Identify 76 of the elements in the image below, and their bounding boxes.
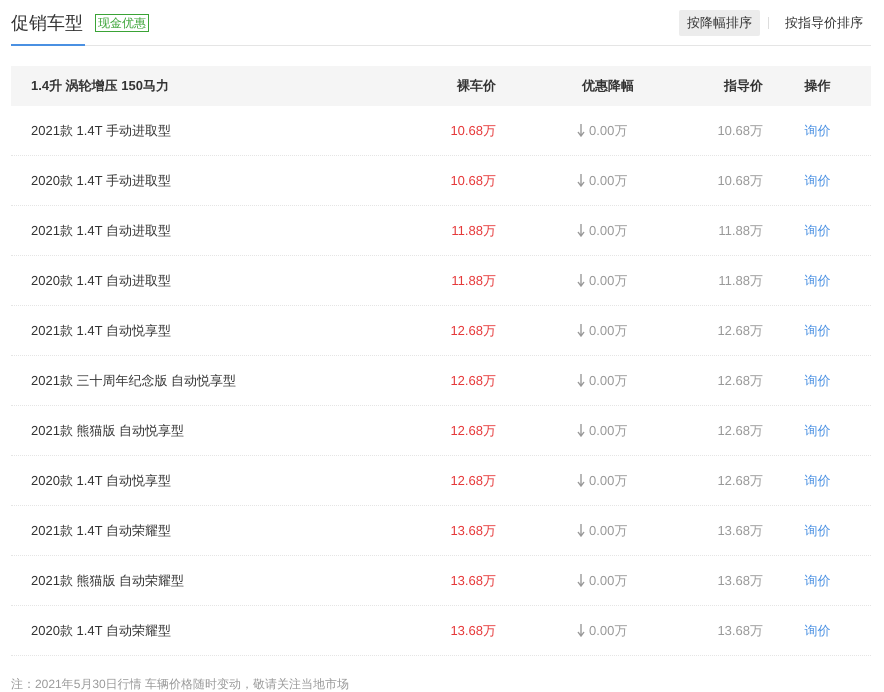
column-header: 优惠降幅 xyxy=(580,77,634,95)
guide-price: 11.88万 xyxy=(717,222,763,240)
model-name: 2020款 1.4T 自动进取型 xyxy=(30,272,172,290)
bare-price: 11.88万 xyxy=(450,222,496,240)
down-arrow-icon xyxy=(577,424,585,437)
model-name: 2021款 1.4T 自动悦享型 xyxy=(30,322,172,340)
inquiry-link[interactable]: 询价 xyxy=(763,422,872,440)
inquiry-link[interactable]: 询价 xyxy=(763,472,872,490)
discount-amount: 0.00万 xyxy=(589,372,628,390)
inquiry-link[interactable]: 询价 xyxy=(763,572,872,590)
bare-price: 12.68万 xyxy=(449,422,496,440)
down-arrow-icon xyxy=(577,374,585,387)
section-tab[interactable]: 促销车型 xyxy=(11,0,85,46)
guide-price: 12.68万 xyxy=(716,422,763,440)
discount-amount: 0.00万 xyxy=(589,322,628,340)
model-name: 2021款 1.4T 自动荣耀型 xyxy=(30,522,172,540)
down-arrow-icon xyxy=(577,274,585,287)
column-header: 操作 xyxy=(803,77,832,95)
discount-amount: 0.00万 xyxy=(589,522,628,540)
discount-amount: 0.00万 xyxy=(589,172,628,190)
guide-price: 10.68万 xyxy=(716,172,763,190)
discount-amount: 0.00万 xyxy=(589,622,628,640)
bare-price: 11.88万 xyxy=(450,272,496,290)
inquiry-link[interactable]: 询价 xyxy=(763,272,872,290)
discount-amount: 0.00万 xyxy=(589,272,628,290)
sort-button[interactable]: 按指导价排序 xyxy=(777,10,871,36)
guide-price: 13.68万 xyxy=(716,622,763,640)
inquiry-link[interactable]: 询价 xyxy=(763,372,872,390)
footnote: 注：2021年5月30日行情 车辆价格随时变动，敬请关注当地市场 xyxy=(11,676,350,692)
bare-price: 10.68万 xyxy=(449,122,496,140)
guide-price: 13.68万 xyxy=(716,572,763,590)
guide-price: 12.68万 xyxy=(716,322,763,340)
down-arrow-icon xyxy=(577,474,585,487)
column-header: 指导价 xyxy=(722,77,763,95)
sort-button[interactable]: 按降幅排序 xyxy=(679,10,760,36)
column-header: 裸车价 xyxy=(456,77,496,95)
down-arrow-icon xyxy=(577,624,585,637)
inquiry-link[interactable]: 询价 xyxy=(763,172,872,190)
inquiry-link[interactable]: 询价 xyxy=(763,222,872,240)
down-arrow-icon xyxy=(577,524,585,537)
column-header: 1.4升 涡轮增压 150马力 xyxy=(30,77,170,95)
discount-amount: 0.00万 xyxy=(589,222,628,240)
guide-price: 12.68万 xyxy=(716,472,763,490)
inquiry-link[interactable]: 询价 xyxy=(763,522,872,540)
down-arrow-icon xyxy=(577,124,585,137)
model-name: 2021款 1.4T 自动进取型 xyxy=(30,222,172,240)
model-name: 2021款 三十周年纪念版 自动悦享型 xyxy=(30,372,238,390)
discount-amount: 0.00万 xyxy=(589,472,628,490)
down-arrow-icon xyxy=(577,324,585,337)
bare-price: 13.68万 xyxy=(449,622,496,640)
discount-amount: 0.00万 xyxy=(589,422,628,440)
down-arrow-icon xyxy=(577,574,585,587)
inquiry-link[interactable]: 询价 xyxy=(763,322,872,340)
bare-price: 12.68万 xyxy=(449,472,496,490)
down-arrow-icon xyxy=(577,174,585,187)
bare-price: 12.68万 xyxy=(449,322,496,340)
inquiry-link[interactable]: 询价 xyxy=(763,622,872,640)
guide-price: 12.68万 xyxy=(716,372,763,390)
model-name: 2020款 1.4T 自动荣耀型 xyxy=(30,622,172,640)
down-arrow-icon xyxy=(577,224,585,237)
guide-price: 13.68万 xyxy=(716,522,763,540)
bare-price: 12.68万 xyxy=(449,372,496,390)
guide-price: 10.68万 xyxy=(716,122,763,140)
cash-discount-badge: 现金优惠 xyxy=(95,14,149,32)
model-name: 2020款 1.4T 自动悦享型 xyxy=(30,472,172,490)
model-name: 2021款 熊猫版 自动悦享型 xyxy=(30,422,186,440)
inquiry-link[interactable]: 询价 xyxy=(763,122,872,140)
bare-price: 13.68万 xyxy=(449,572,496,590)
model-name: 2020款 1.4T 手动进取型 xyxy=(30,172,172,190)
discount-amount: 0.00万 xyxy=(589,122,628,140)
model-name: 2021款 1.4T 手动进取型 xyxy=(30,122,172,140)
guide-price: 11.88万 xyxy=(717,272,763,290)
discount-amount: 0.00万 xyxy=(589,572,628,590)
model-name: 2021款 熊猫版 自动荣耀型 xyxy=(30,572,186,590)
bare-price: 10.68万 xyxy=(449,172,496,190)
bare-price: 13.68万 xyxy=(449,522,496,540)
